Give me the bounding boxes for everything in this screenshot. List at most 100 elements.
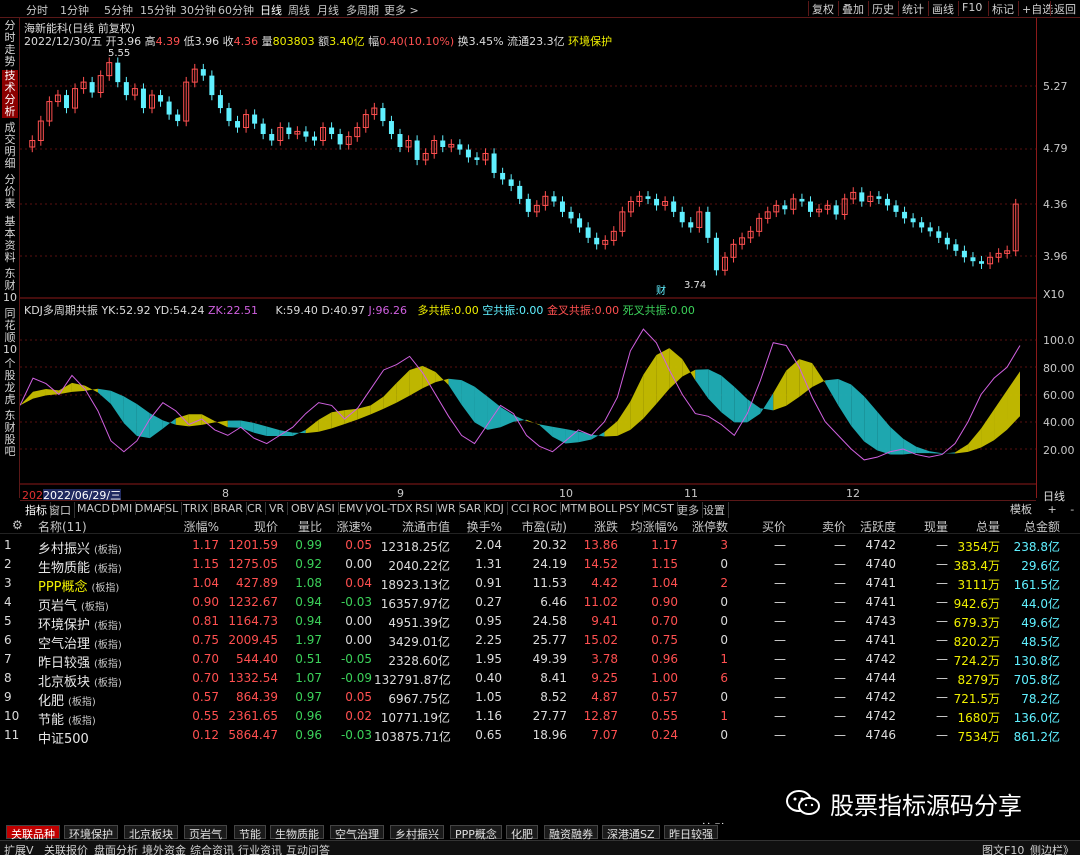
tab-basic-info[interactable]: 基本资料: [2, 216, 18, 264]
column-header[interactable]: 卖价: [800, 518, 846, 535]
column-header[interactable]: 流通市值: [374, 518, 450, 535]
related-tab-3[interactable]: 页岩气: [184, 825, 227, 841]
table-row[interactable]: 1 乡村振兴 (板指) 1.17 1201.59 0.99 0.05 12318.25亿 2.0…: [0, 536, 1080, 557]
kline-chart[interactable]: 5.55 3.74 财: [19, 18, 1036, 498]
status-item-3[interactable]: 境外资金: [142, 842, 186, 855]
financial-marker: 财: [656, 284, 666, 297]
indicator-tab-13[interactable]: VOL-TDX: [362, 502, 417, 515]
cell-sell: —: [834, 633, 846, 647]
period-60min[interactable]: 60分钟: [218, 2, 254, 18]
chart-area[interactable]: 5.55 3.74 财: [19, 18, 1036, 498]
related-tab-8[interactable]: PPP概念: [450, 825, 502, 841]
f10-button[interactable]: F10: [958, 1, 985, 16]
indicator-tab-17[interactable]: KDJ: [482, 502, 508, 515]
related-tab-1[interactable]: 环境保护: [64, 825, 118, 841]
period-monthly[interactable]: 月线: [317, 2, 339, 18]
column-header[interactable]: 涨幅%: [165, 518, 219, 535]
indicator-tab-9[interactable]: VR: [266, 502, 289, 515]
period-daily[interactable]: 日线: [260, 2, 282, 18]
column-header[interactable]: 现价: [222, 518, 278, 535]
back-button[interactable]: 返回: [1050, 1, 1079, 16]
indicator-tab-5[interactable]: FSL: [156, 502, 183, 515]
column-header[interactable]: 活跃度: [850, 518, 896, 535]
table-row[interactable]: 6 空气治理 (板指) 0.75 2009.45 1.97 0.00 3429.01亿 2.25…: [0, 631, 1080, 652]
tab-intraday[interactable]: 分时走势: [2, 20, 18, 68]
tab-eastmoney[interactable]: 东财10: [2, 268, 18, 304]
status-item-1[interactable]: 关联报价: [44, 842, 88, 855]
add-window-button[interactable]: +: [1048, 503, 1057, 516]
status-item-4[interactable]: 综合资讯: [190, 842, 234, 855]
column-header[interactable]: 换手%: [454, 518, 502, 535]
fuquan-button[interactable]: 复权: [808, 1, 837, 16]
column-header[interactable]: 涨停数: [682, 518, 728, 535]
related-tab-12[interactable]: 昨日较强: [664, 825, 718, 841]
indicator-tab-19[interactable]: ROC: [530, 502, 561, 515]
period-weekly[interactable]: 周线: [288, 2, 310, 18]
table-row[interactable]: 2 生物质能 (板指) 1.15 1275.05 0.92 0.00 2040.22亿 1.31…: [0, 555, 1080, 576]
column-header[interactable]: 市盈(动): [505, 518, 567, 535]
table-row[interactable]: 3 PPP概念 (板指) 1.04 427.89 1.08 0.04 18923.13亿 0.9…: [0, 574, 1080, 595]
table-row[interactable]: 10 节能 (板指) 0.55 2361.65 0.96 0.02 10771.19亿 1.16…: [0, 707, 1080, 728]
table-row[interactable]: 8 北京板块 (板指) 0.70 1332.54 1.07 -0.09 132791.87亿 0…: [0, 669, 1080, 690]
period-30min[interactable]: 30分钟: [180, 2, 216, 18]
related-tab-2[interactable]: 北京板块: [124, 825, 178, 841]
period-5min[interactable]: 5分钟: [104, 2, 133, 18]
f10-graphic-button[interactable]: 图文F10: [982, 842, 1024, 855]
tab-ths[interactable]: 同花顺10: [2, 308, 18, 356]
table-row[interactable]: 9 化肥 (板指) 0.57 864.39 0.97 0.05 6967.75亿 1.05 8.5…: [0, 688, 1080, 709]
related-tab-11[interactable]: 深港通SZ: [602, 825, 660, 841]
column-header[interactable]: 名称(11): [38, 518, 128, 535]
related-tab-9[interactable]: 化肥: [506, 825, 538, 841]
table-row[interactable]: 11 中证500 0.12 5864.47 0.96 -0.03 103875.71亿 0.6…: [0, 726, 1080, 747]
status-item-0[interactable]: 扩展V: [4, 842, 34, 855]
cell-avg: 0.70: [651, 614, 678, 628]
cell-zl: 724.2万: [953, 654, 1000, 668]
overlay-button[interactable]: 叠加: [838, 1, 867, 16]
table-row[interactable]: 4 页岩气 (板指) 0.90 1232.67 0.94 -0.03 16357.97亿 0.2…: [0, 593, 1080, 614]
scale-corner[interactable]: X10: [1043, 288, 1065, 301]
mark-button[interactable]: 标记: [988, 1, 1017, 16]
sidebar-toggle-button[interactable]: 侧边栏》: [1030, 842, 1074, 855]
template-button[interactable]: 模板: [1010, 503, 1032, 516]
column-header[interactable]: 现量: [900, 518, 948, 535]
tab-trades[interactable]: 成交明细: [2, 122, 18, 170]
history-button[interactable]: 历史: [868, 1, 897, 16]
period-fenshi[interactable]: 分时: [26, 2, 48, 18]
column-header[interactable]: 量比: [282, 518, 322, 535]
remove-window-button[interactable]: -: [1070, 503, 1074, 516]
column-header[interactable]: 均涨幅%: [622, 518, 678, 535]
related-tab-5[interactable]: 生物质能: [270, 825, 324, 841]
stats-button[interactable]: 统计: [898, 1, 927, 16]
period-multi[interactable]: 多周期: [346, 2, 379, 18]
table-row[interactable]: 5 环境保护 (板指) 0.81 1164.73 0.94 0.00 4951.39亿 0.95…: [0, 612, 1080, 633]
period-15min[interactable]: 15分钟: [140, 2, 176, 18]
related-tab-7[interactable]: 乡村振兴: [390, 825, 444, 841]
related-tab-4[interactable]: 节能: [234, 825, 266, 841]
column-header[interactable]: 涨速%: [326, 518, 372, 535]
period-1min[interactable]: 1分钟: [60, 2, 89, 18]
indicator-tab-16[interactable]: SAR: [456, 502, 486, 515]
indicator-tab-23[interactable]: MCST: [640, 502, 678, 515]
status-item-2[interactable]: 盘面分析: [94, 842, 138, 855]
status-item-5[interactable]: 行业资讯: [238, 842, 282, 855]
related-tab-6[interactable]: 空气治理: [330, 825, 384, 841]
tab-price-table[interactable]: 分价表: [2, 174, 18, 210]
tab-technical[interactable]: 技术分析: [2, 70, 18, 118]
cell-pe: 6.46: [540, 595, 567, 609]
column-header[interactable]: 总金额: [1004, 518, 1060, 535]
column-header[interactable]: 买价: [740, 518, 786, 535]
related-tab-10[interactable]: 融资融券: [544, 825, 598, 841]
table-row[interactable]: 7 昨日较强 (板指) 0.70 544.40 0.51 -0.05 2328.60亿 1.95…: [0, 650, 1080, 671]
settings-gear-icon[interactable]: ⚙: [12, 518, 23, 532]
indicator-tab-8[interactable]: CR: [244, 502, 267, 515]
status-item-6[interactable]: 互动问答: [286, 842, 330, 855]
tab-guba[interactable]: 东财股吧: [2, 410, 18, 458]
draw-button[interactable]: 画线: [928, 1, 957, 16]
tab-dragon-tiger[interactable]: 个股龙虎: [2, 358, 18, 406]
related-tab-0[interactable]: 关联品种: [6, 825, 60, 841]
indicator-tab-6[interactable]: TRIX: [180, 502, 213, 515]
period-more[interactable]: 更多 >: [384, 2, 419, 18]
column-header[interactable]: 总量: [952, 518, 1000, 535]
column-header[interactable]: 涨跌: [570, 518, 618, 535]
indicator-tab-7[interactable]: BRAR: [210, 502, 247, 515]
